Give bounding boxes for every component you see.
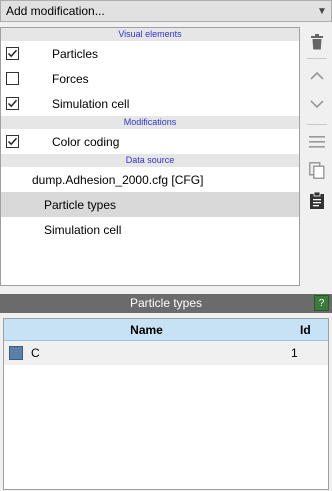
pipeline-list[interactable]: Visual elements Particles Forces Simulat… <box>0 27 300 286</box>
source-file-label: dump.Adhesion_2000.cfg [CFG] <box>32 172 204 187</box>
checkmark-icon <box>7 137 18 146</box>
checkmark-icon <box>7 99 18 108</box>
add-modification-label: Add modification... <box>6 4 105 18</box>
color-coding-checkbox[interactable] <box>6 135 19 148</box>
toolbar-separator <box>307 58 327 59</box>
pipeline-item-simulation-cell[interactable]: Simulation cell <box>1 91 299 116</box>
chevron-down-icon: ▼ <box>317 5 327 17</box>
move-up-icon <box>310 72 324 80</box>
list-menu-button[interactable] <box>305 130 329 154</box>
table-header: Name Id <box>4 319 328 341</box>
delete-button[interactable] <box>305 30 329 54</box>
particles-checkbox[interactable] <box>6 47 19 60</box>
clipboard-icon <box>310 191 324 209</box>
section-header-visual-elements: Visual elements <box>1 28 299 41</box>
add-modification-dropdown[interactable]: Add modification... ▼ <box>0 0 332 22</box>
move-down-icon <box>310 100 324 108</box>
pipeline-item-label: Color coding <box>52 134 120 149</box>
pipeline-item-data-source[interactable]: dump.Adhesion_2000.cfg [CFG] <box>1 167 299 192</box>
panel-title-bar: Particle types ? <box>0 294 332 313</box>
simulation-cell-checkbox[interactable] <box>6 97 19 110</box>
pipeline-subitem-label: Particle types <box>44 197 117 212</box>
pipeline-item-color-coding[interactable]: Color coding <box>1 129 299 154</box>
column-header-id[interactable]: Id <box>300 319 311 341</box>
pipeline-toolbar <box>303 27 331 286</box>
forces-checkbox[interactable] <box>6 72 19 85</box>
panel-title: Particle types <box>129 296 203 310</box>
column-header-name[interactable]: Name <box>4 319 289 341</box>
pipeline-item-particles[interactable]: Particles <box>1 41 299 66</box>
section-header-modifications: Modifications <box>1 116 299 129</box>
pipeline-item-label: Simulation cell <box>52 96 130 111</box>
type-name: C <box>31 346 40 360</box>
trash-icon <box>311 34 323 50</box>
table-row[interactable]: C 1 <box>4 341 328 365</box>
checkmark-icon <box>7 49 18 58</box>
list-menu-icon <box>309 136 325 148</box>
move-down-button[interactable] <box>305 92 329 116</box>
type-id: 1 <box>291 346 298 360</box>
pipeline-item-label: Forces <box>52 71 89 86</box>
pipeline-subitem-simulation-cell[interactable]: Simulation cell <box>1 217 299 242</box>
pipeline-item-label: Particles <box>52 46 99 61</box>
toolbar-separator <box>307 124 327 125</box>
copy-icon <box>309 161 325 179</box>
move-up-button[interactable] <box>305 64 329 88</box>
help-button[interactable]: ? <box>314 295 329 311</box>
particle-types-table[interactable]: Name Id C 1 <box>3 318 329 490</box>
pipeline-subitem-particle-types[interactable]: Particle types <box>1 192 299 217</box>
pipeline-item-forces[interactable]: Forces <box>1 66 299 91</box>
section-header-data-source: Data source <box>1 154 299 167</box>
pipeline-subitem-label: Simulation cell <box>44 222 122 237</box>
copy-button[interactable] <box>305 158 329 182</box>
paste-button[interactable] <box>305 188 329 212</box>
type-color-swatch[interactable] <box>9 346 23 360</box>
